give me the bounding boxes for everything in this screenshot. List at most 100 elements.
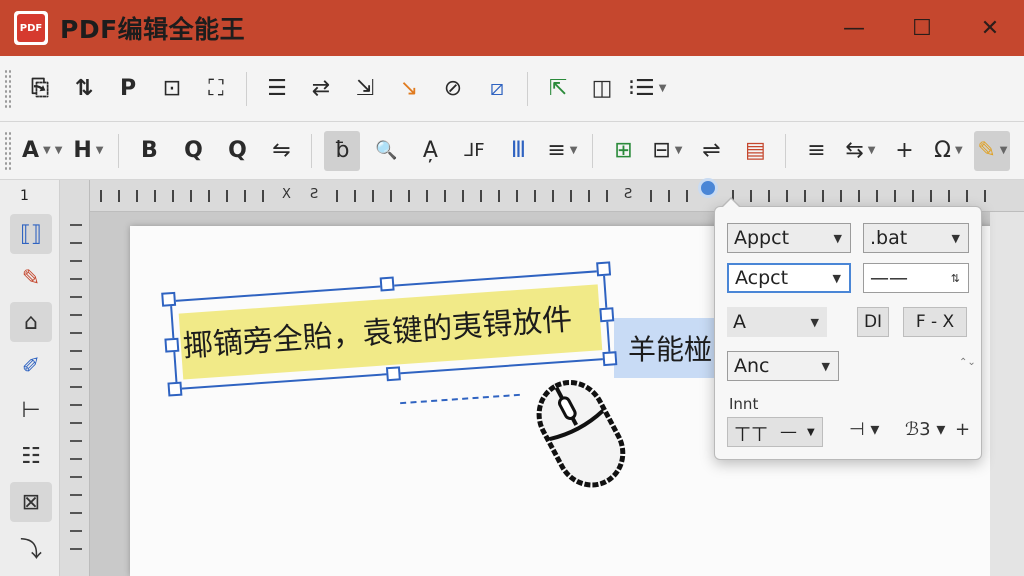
toolbar-grip[interactable] [4,130,12,171]
ruler-label: Ƨ [310,187,319,202]
measure-icon[interactable]: ⊢ [10,390,52,430]
layout-dropdown[interactable]: ⊟ ▼ [649,131,685,171]
resize-handle-left[interactable] [164,337,180,353]
text-style-icon[interactable]: A̦ [412,131,448,171]
search-icon[interactable]: 🔍 [368,131,404,171]
heading-dropdown[interactable]: H ▼ [70,131,106,171]
columns-icon[interactable]: Ⅲ [500,131,536,171]
ruler-tick [70,476,82,478]
ruler-tick [336,190,338,202]
ruler-tick [262,190,264,202]
mirror-text-icon[interactable]: ⅃F [456,131,492,171]
ruler-tick [840,190,842,202]
frame-icon[interactable]: ◫ [584,69,620,109]
list-icon[interactable]: ☰ [259,69,295,109]
pencil-icon[interactable]: ✎ [10,258,52,298]
paragraph-icon[interactable]: P [110,69,146,109]
font-label: A [22,138,40,163]
expand-icon[interactable]: ⇲ [347,69,383,109]
size-select[interactable]: A ▼ [727,307,827,337]
ruler-tick [966,190,968,202]
image-icon[interactable]: ▤ [737,131,773,171]
vertical-scrollbar[interactable] [990,212,1024,576]
replace-icon[interactable]: ⇋ [263,131,299,171]
swap-icon[interactable]: ⇄ [303,69,339,109]
ruler-tick [876,190,878,202]
plus-icon[interactable]: + [886,131,922,171]
scroll-arrows-icon[interactable]: ⌃⌄ [959,357,976,368]
format-select[interactable]: .bat ▼ [863,223,969,253]
export-icon[interactable]: ⇱ [540,69,576,109]
ruler-tick [70,314,82,316]
select-text-icon[interactable]: ⟦⟧ [10,214,52,254]
ruler-tick [426,190,428,202]
page-number: 1 [20,188,29,204]
crop-icon[interactable]: ⛶ [198,69,234,109]
indent-select[interactable]: ㄒㄒ — ▼ [727,417,823,447]
stamp-icon[interactable]: ⌂ [10,302,52,342]
delete-box-icon[interactable]: ⊠ [10,482,52,522]
ruler-label: Ƨ [624,187,633,202]
indent-icon[interactable]: ≡ [798,131,834,171]
close-button[interactable]: ✕ [956,0,1024,56]
more-list-icon[interactable]: ⁝☰ ▼ [628,69,666,109]
indent-line-icon: — [780,422,797,442]
ruler-tick [498,190,500,202]
app-logo-icon: PDF [14,11,48,45]
font-dropdown[interactable]: A ▼ ▼ [22,131,62,171]
chevron-down-icon: ▼ [658,83,667,94]
b3-dropdown[interactable]: ℬ3 ▾ [905,419,945,440]
resize-handle-right[interactable] [599,307,615,323]
line-style-select[interactable]: —— ⇅ [863,263,969,293]
pen-dropdown[interactable]: ✎ ▼ [974,130,1011,171]
form-icon[interactable]: ☷ [10,436,52,476]
align-dropdown[interactable]: ≡ ▼ [544,131,580,171]
find-button[interactable]: Q [175,131,211,171]
mouse-icon [536,380,626,488]
ruler-marker-handle[interactable] [698,178,718,198]
bold-button[interactable]: B [131,131,167,171]
zoom-icon[interactable]: ⊘ [435,69,471,109]
copy-page-icon[interactable]: ⎘ [22,69,58,109]
font-select[interactable]: Appct ▼ [727,223,851,253]
arrow-icon[interactable]: ↘ [391,69,427,109]
align-icon: ≡ [547,138,566,163]
edit-box-icon[interactable]: ⧄ [479,69,515,109]
note-icon[interactable]: ⊡ [154,69,190,109]
fx-button[interactable]: F - X [903,307,967,337]
symbol-dropdown[interactable]: Ω ▼ [930,131,966,171]
spacing-dropdown[interactable]: ⇆ ▼ [842,131,878,171]
table-icon[interactable]: ⊞ [605,131,641,171]
section-label: Innt [729,395,759,413]
resize-handle-top[interactable] [379,276,395,292]
ruler-tick [70,224,82,226]
style-select[interactable]: Acpct ▼ [727,263,851,293]
ruler-tick [118,190,120,202]
chevron-down-icon: ▼ [867,145,876,156]
add-icon[interactable]: + [955,419,970,440]
chevron-down-icon: ▼ [43,145,51,156]
maximize-button[interactable]: ☐ [888,0,956,56]
find-next-button[interactable]: Q [219,131,255,171]
ruler-tick [244,190,246,202]
resize-handle-top-left[interactable] [161,291,177,307]
left-toolbar: 1 ⟦⟧ ✎ ⌂ ✐ ⊢ ☷ ⊠ ⤵ [0,180,60,576]
resize-handle-bottom[interactable] [385,366,401,382]
resize-handle-bottom-left[interactable] [167,381,183,397]
anchor-select[interactable]: Anc ▼ [727,351,839,381]
strikethrough-button[interactable]: ƀ [324,130,361,171]
minimize-button[interactable]: — [820,0,888,56]
line-style-value: —— [870,267,908,289]
chevron-down-icon: ▼ [999,145,1008,156]
following-text[interactable]: 羊能椪 [628,328,712,368]
pen-icon[interactable]: ✐ [10,346,52,386]
split-dropdown[interactable]: ⊣ ▾ [849,419,879,440]
sort-icon[interactable]: ⇅ [66,69,102,109]
indent-icon: ㄒㄒ [734,424,768,445]
toolbar-grip[interactable] [4,68,12,109]
wrap-icon[interactable]: ⇌ [693,131,729,171]
ruler-tick [70,422,82,424]
insert-icon[interactable]: ⤵ [10,528,52,568]
resize-handle-top-right[interactable] [596,261,612,277]
di-button[interactable]: DI [857,307,889,337]
